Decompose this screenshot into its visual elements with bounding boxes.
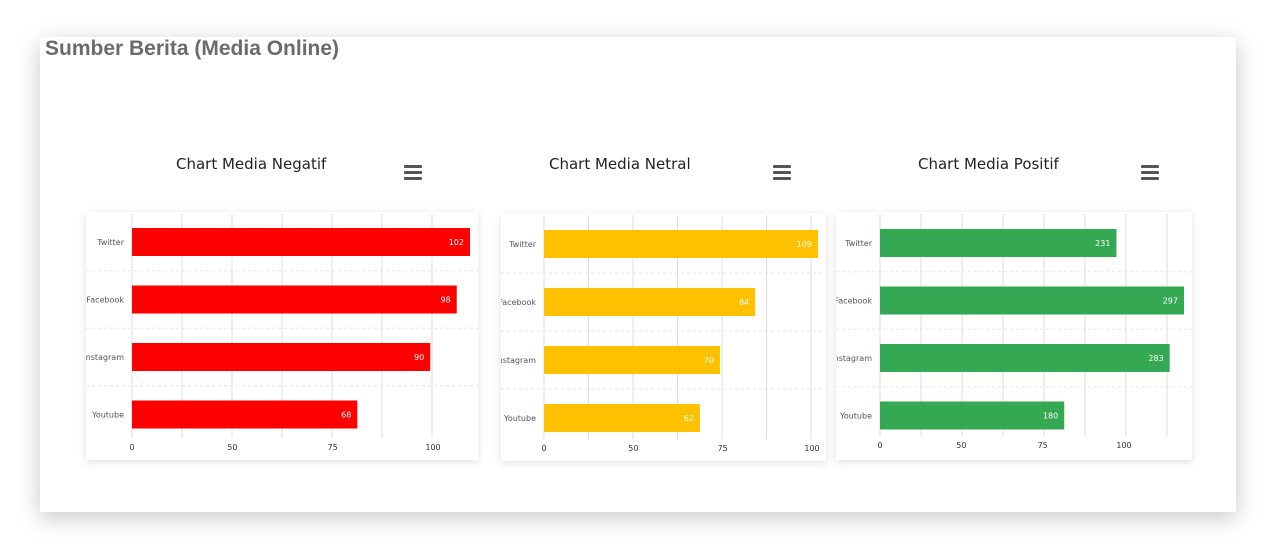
category-label: Facebook [501, 298, 536, 307]
bar [132, 343, 431, 371]
x-tick-label: 75 [1038, 441, 1048, 450]
data-label: 297 [1163, 297, 1178, 306]
x-tick-label: 50 [628, 444, 638, 453]
x-tick-label: 0 [541, 444, 546, 453]
x-tick-label: 100 [425, 443, 440, 452]
data-label: 109 [797, 240, 812, 249]
x-tick-label: 100 [1116, 441, 1131, 450]
bar [544, 404, 700, 432]
x-tick-label: 0 [877, 441, 882, 450]
category-label: Youtube [91, 411, 124, 420]
chart-plot: Twitter 231 Facebook 297 Instagram 283 Youtube… [836, 212, 1192, 460]
bar [132, 228, 470, 256]
category-label: Youtube [503, 414, 536, 423]
chart-title: Chart Media Positif [918, 155, 1059, 173]
bar [880, 286, 1184, 315]
x-tick-label: 100 [804, 444, 819, 453]
data-label: 98 [441, 296, 451, 305]
category-label: Facebook [86, 296, 124, 305]
chart-plot: Twitter 102 Facebook 98 Instagram 90 Youtube 68… [86, 212, 478, 460]
bar [880, 344, 1170, 372]
data-label: 62 [684, 414, 694, 423]
category-label: Twitter [844, 239, 873, 248]
category-label: Youtube [839, 412, 872, 421]
category-label: Instagram [501, 356, 536, 365]
section-title: Sumber Berita (Media Online) [45, 37, 340, 60]
x-tick-label: 50 [956, 441, 966, 450]
bar [544, 288, 756, 316]
data-label: 70 [704, 356, 714, 365]
category-label: Twitter [508, 240, 537, 249]
bar [544, 230, 818, 258]
data-label: 90 [414, 353, 424, 362]
x-tick-label: 75 [328, 443, 338, 452]
x-tick-label: 50 [227, 443, 237, 452]
chart-positif: Chart Media Positif Twitter 231 Facebook 29… [836, 155, 1192, 460]
chart-title: Chart Media Negatif [176, 155, 327, 173]
chart-negatif: Chart Media Negatif Twitter 102 Facebook 98… [86, 155, 478, 460]
data-label: 283 [1148, 354, 1163, 363]
chart-plot: Twitter 109 Facebook 84 Instagram 70 Youtube 62… [501, 213, 826, 461]
category-label: Instagram [86, 353, 124, 362]
chart-title: Chart Media Netral [549, 155, 691, 173]
data-label: 231 [1095, 239, 1110, 248]
data-label: 84 [739, 298, 749, 307]
x-tick-label: 75 [718, 444, 728, 453]
hamburger-menu-icon[interactable] [1141, 165, 1159, 180]
chart-netral: Chart Media Netral Twitter 109 Facebook 84 I… [501, 155, 826, 461]
bar [132, 400, 358, 429]
x-tick-label: 0 [129, 443, 134, 452]
hamburger-menu-icon[interactable] [404, 165, 422, 180]
category-label: Instagram [836, 354, 872, 363]
bar [132, 285, 457, 314]
data-label: 102 [449, 238, 464, 247]
category-label: Twitter [96, 238, 125, 247]
hamburger-menu-icon[interactable] [773, 165, 791, 180]
bar [544, 346, 720, 374]
bar [880, 401, 1065, 430]
category-label: Facebook [836, 297, 872, 306]
bar [880, 229, 1117, 257]
data-label: 180 [1043, 412, 1058, 421]
data-label: 68 [341, 411, 351, 420]
